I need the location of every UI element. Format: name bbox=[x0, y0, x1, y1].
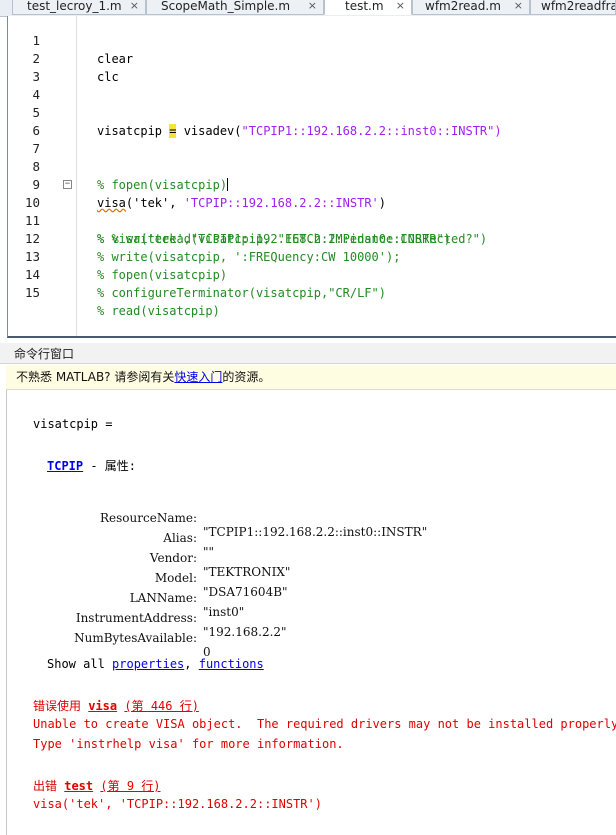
functions-link[interactable]: functions bbox=[199, 657, 264, 671]
error-header: 错误使用 visa (第 446 行) bbox=[33, 699, 199, 713]
close-icon[interactable]: × bbox=[514, 0, 523, 12]
tcpip-class-link[interactable]: TCPIP bbox=[47, 459, 83, 473]
error-message: Type 'instrhelp visa' for more informati… bbox=[33, 737, 344, 751]
code-line[interactable]: 3 bbox=[8, 50, 616, 84]
error-message: Unable to create VISA object. The requir… bbox=[33, 717, 616, 731]
command-window-title: 命令行窗口 bbox=[14, 347, 75, 361]
notice-text: 不熟悉 MATLAB? 请参阅有关快速入门的资源。 bbox=[16, 370, 271, 384]
code-line[interactable]: 15 % read(visatcpip) bbox=[8, 266, 616, 318]
close-icon[interactable]: × bbox=[130, 0, 139, 12]
getting-started-notice: 不熟悉 MATLAB? 请参阅有关快速入门的资源。 bbox=[6, 365, 616, 390]
tab-scopemath-simple[interactable]: ScopeMath_Simple.m × bbox=[146, 0, 324, 15]
property-name: NumBytesAvailable: bbox=[74, 631, 197, 645]
command-window-header: 命令行窗口 bbox=[0, 343, 616, 364]
tab-label: wfm2readfra bbox=[541, 0, 616, 13]
tab-test-lecroy[interactable]: test_lecroy_1.m × bbox=[12, 0, 146, 15]
property-row: LANName: "inst0" bbox=[7, 577, 607, 619]
visa-function-link[interactable]: visa bbox=[88, 699, 117, 713]
line-number: 15 bbox=[24, 285, 40, 300]
property-row: Model: "DSA71604B" bbox=[7, 557, 607, 599]
tab-test[interactable]: test.m × bbox=[324, 0, 412, 15]
tab-label: test.m bbox=[345, 0, 384, 13]
code-line[interactable]: 8 % fopen(visatcpip) bbox=[8, 140, 616, 192]
property-row: NumBytesAvailable: 0 bbox=[7, 617, 607, 659]
code-line[interactable]: 1 clear bbox=[8, 14, 616, 66]
close-icon[interactable]: × bbox=[308, 0, 317, 12]
comment: % configureTerminator(visatcpip,"CR/LF") bbox=[97, 286, 386, 300]
code-line[interactable]: 11 % % writeread(visatcpip, "FETCh:IMPed… bbox=[8, 194, 616, 246]
quick-start-link[interactable]: 快速入门 bbox=[174, 370, 222, 384]
code-line[interactable]: 7 bbox=[8, 122, 616, 156]
code-line[interactable]: 12 % write(visatcpip, ':FREQuency:CW 100… bbox=[8, 212, 616, 264]
code-line[interactable]: 2 clc bbox=[8, 32, 616, 84]
properties-link[interactable]: properties bbox=[112, 657, 184, 671]
comment: % read(visatcpip) bbox=[97, 304, 220, 318]
test-function-link[interactable]: test bbox=[64, 779, 93, 793]
show-all-line: Show all properties, functions bbox=[47, 657, 264, 671]
error-code: visa('tek', 'TCPIP::192.168.2.2::INSTR') bbox=[33, 797, 322, 811]
code-editor[interactable]: 1 clear 2 clc 3 4 5 visatcpip = visadev(… bbox=[7, 16, 616, 338]
tab-label: ScopeMath_Simple.m bbox=[161, 0, 291, 13]
code-line[interactable]: 6 bbox=[8, 104, 616, 138]
code-line[interactable]: 13 % fopen(visatcpip) bbox=[8, 230, 616, 282]
property-row: Vendor: "TEKTRONIX" bbox=[7, 537, 607, 579]
command-window[interactable]: visatcpip = TCPIP - 属性: ResourceName: "T… bbox=[6, 390, 616, 835]
test-line-link[interactable]: (第 9 行) bbox=[100, 779, 160, 793]
error-location: 出错 test (第 9 行) bbox=[33, 779, 161, 793]
property-row: InstrumentAddress: "192.168.2.2" bbox=[7, 597, 607, 639]
tab-wfm2readframe[interactable]: wfm2readfra bbox=[530, 0, 616, 15]
tab-label: test_lecroy_1.m bbox=[27, 0, 122, 13]
fold-icon[interactable]: − bbox=[63, 180, 72, 189]
class-line: TCPIP - 属性: bbox=[47, 459, 137, 473]
tab-wfm2read[interactable]: wfm2read.m × bbox=[412, 0, 530, 15]
property-row: ResourceName: "TCPIP1::192.168.2.2::inst… bbox=[7, 497, 607, 539]
property-row: Alias: "" bbox=[7, 517, 607, 559]
code-line[interactable]: 4 bbox=[8, 68, 616, 102]
code-line[interactable]: 9 visa('tek', 'TCPIP::192.168.2.2::INSTR… bbox=[8, 158, 616, 210]
code-line[interactable]: 10 − % visa('tek',"TCPIP1::192.168.2.2::… bbox=[8, 176, 616, 247]
code-line[interactable]: 14 % configureTerminator(visatcpip,"CR/L… bbox=[8, 248, 616, 300]
tab-label: wfm2read.m bbox=[425, 0, 501, 13]
close-icon[interactable]: × bbox=[396, 0, 405, 12]
visa-line-link[interactable]: (第 446 行) bbox=[124, 699, 199, 713]
code-line[interactable]: 5 visatcpip = visadev("TCPIP1::192.168.2… bbox=[8, 86, 616, 138]
variable-output: visatcpip = bbox=[33, 417, 113, 431]
